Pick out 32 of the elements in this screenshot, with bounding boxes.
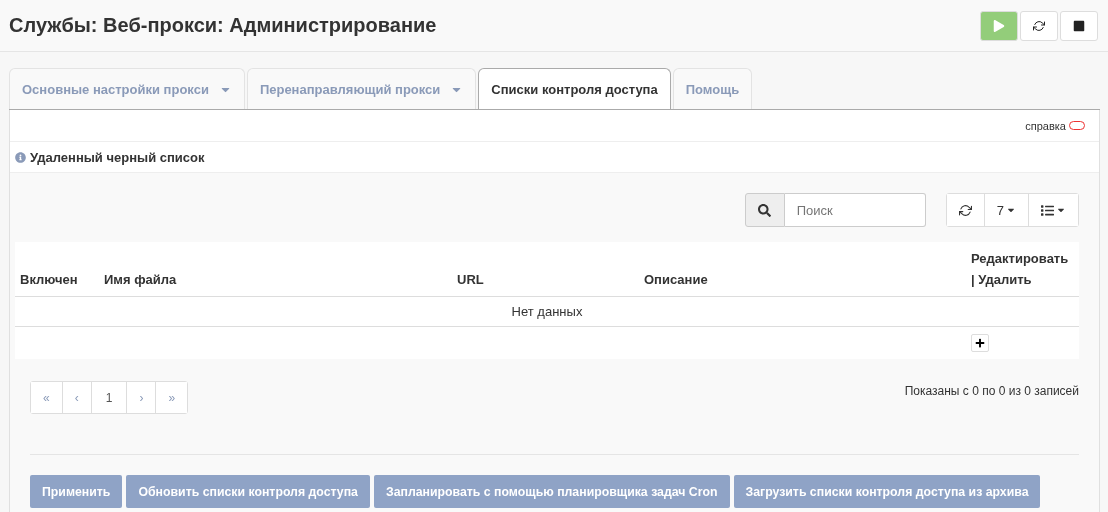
tab[interactable]: Перенаправляющий прокси	[246, 68, 477, 109]
play-icon	[993, 19, 1005, 32]
add-button[interactable]	[971, 334, 989, 352]
tab[interactable]: Основные настройки прокси	[9, 68, 245, 109]
plus-icon	[975, 338, 985, 348]
records-info: Показаны с 0 по 0 из 0 записей	[904, 383, 1079, 398]
info-icon	[15, 151, 26, 163]
column-header: URL	[452, 242, 639, 297]
action-button[interactable]: Загрузить списки контроля доступа из архива	[733, 475, 1041, 508]
columns-dropdown[interactable]	[1028, 194, 1078, 226]
stop-button[interactable]	[1060, 10, 1098, 41]
action-button[interactable]: Запланировать с помощью планировщика задач Cron	[373, 475, 730, 508]
column-header: Редактировать | Удалить	[966, 242, 1079, 297]
restart-button[interactable]	[1020, 10, 1058, 41]
empty-message: Нет данных	[15, 296, 1079, 327]
help-toggle[interactable]: справка	[1025, 119, 1085, 132]
search-field[interactable]: Поиск	[784, 193, 926, 227]
search-icon	[758, 203, 772, 217]
section-title: Удаленный черный список	[30, 149, 205, 165]
refresh-icon	[1033, 19, 1045, 32]
column-header: Описание	[639, 242, 966, 297]
list-icon	[1041, 203, 1054, 217]
tab[interactable]: Списки контроля доступа	[478, 68, 671, 109]
action-button[interactable]: Обновить списки контроля доступа	[126, 475, 370, 508]
page-title: Службы: Веб-прокси: Администрирование	[9, 14, 437, 37]
refresh-icon	[958, 203, 972, 217]
column-header: Имя файла	[99, 242, 452, 297]
column-header: Включен	[15, 242, 99, 297]
action-button[interactable]: Применить	[30, 475, 123, 508]
tab[interactable]: Помощь	[672, 68, 753, 109]
search-button[interactable]	[744, 193, 785, 227]
stop-icon	[1073, 19, 1085, 32]
